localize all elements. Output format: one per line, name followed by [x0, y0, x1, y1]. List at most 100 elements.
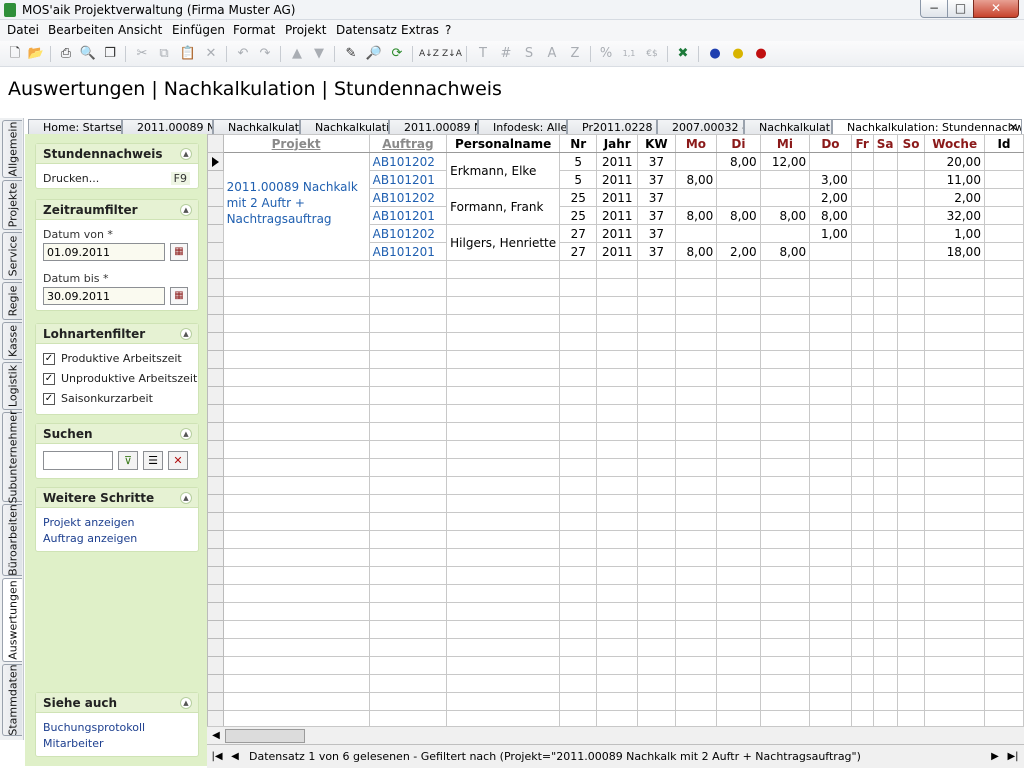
group-header[interactable]: Stundennachweis ▲ [36, 144, 198, 164]
empty-cell[interactable] [637, 386, 676, 405]
empty-cell[interactable] [759, 260, 811, 279]
cell-di[interactable] [716, 188, 761, 207]
empty-cell[interactable] [368, 656, 448, 675]
empty-cell[interactable] [559, 368, 598, 387]
empty-cell[interactable] [674, 404, 718, 423]
cell-jahr[interactable]: 2011 [596, 188, 639, 207]
cell-auftrag[interactable]: AB101202 [368, 224, 448, 243]
empty-cell[interactable] [924, 350, 985, 369]
empty-row[interactable] [207, 530, 1024, 549]
copy-icon[interactable]: ⧉ [155, 45, 173, 63]
empty-cell[interactable] [637, 458, 676, 477]
minimize-button[interactable]: − [920, 0, 948, 18]
empty-cell[interactable] [924, 440, 985, 459]
empty-cell[interactable] [850, 422, 874, 441]
empty-row[interactable] [207, 368, 1024, 387]
link-projekt-anzeigen[interactable]: Projekt anzeigen [43, 516, 135, 529]
column-header-kw[interactable]: KW [637, 134, 676, 153]
empty-cell[interactable] [716, 530, 761, 549]
empty-cell[interactable] [896, 368, 926, 387]
empty-cell[interactable] [809, 278, 852, 297]
empty-cell[interactable] [716, 674, 761, 693]
empty-cell[interactable] [559, 548, 598, 567]
empty-cell[interactable] [559, 494, 598, 513]
empty-cell[interactable] [924, 530, 985, 549]
cell-do[interactable]: 8,00 [809, 206, 852, 225]
checkbox-unproduktive[interactable]: ✓ [43, 373, 55, 385]
empty-cell[interactable] [850, 548, 874, 567]
cell-woche[interactable]: 2,00 [924, 188, 985, 207]
empty-cell[interactable] [850, 404, 874, 423]
empty-cell[interactable] [222, 566, 370, 585]
empty-cell[interactable] [983, 386, 1024, 405]
empty-cell[interactable] [759, 692, 811, 711]
empty-cell[interactable] [983, 440, 1024, 459]
empty-cell[interactable] [809, 548, 852, 567]
empty-cell[interactable] [850, 494, 874, 513]
empty-cell[interactable] [559, 278, 598, 297]
empty-cell[interactable] [872, 368, 898, 387]
move-down-icon[interactable]: ▼ [310, 45, 328, 63]
row-selector[interactable] [207, 476, 224, 495]
filter-list-icon[interactable]: ☰ [143, 451, 163, 470]
first-record-button[interactable]: |◀ [209, 749, 225, 765]
empty-cell[interactable] [674, 620, 718, 639]
empty-cell[interactable] [446, 530, 561, 549]
empty-cell[interactable] [596, 638, 639, 657]
empty-cell[interactable] [896, 278, 926, 297]
empty-cell[interactable] [850, 314, 874, 333]
empty-cell[interactable] [924, 260, 985, 279]
empty-cell[interactable] [983, 314, 1024, 333]
empty-cell[interactable] [637, 404, 676, 423]
empty-cell[interactable] [896, 674, 926, 693]
empty-cell[interactable] [896, 530, 926, 549]
link-auftrag-anzeigen[interactable]: Auftrag anzeigen [43, 532, 137, 545]
empty-cell[interactable] [872, 458, 898, 477]
empty-cell[interactable] [674, 566, 718, 585]
empty-cell[interactable] [222, 368, 370, 387]
row-selector[interactable] [207, 710, 224, 726]
delete-icon[interactable]: ✕ [202, 45, 220, 63]
empty-cell[interactable] [759, 314, 811, 333]
empty-cell[interactable] [637, 566, 676, 585]
empty-cell[interactable] [446, 512, 561, 531]
menu-help[interactable]: ? [445, 23, 451, 37]
empty-cell[interactable] [222, 332, 370, 351]
group-header[interactable]: Weitere Schritte ▲ [36, 488, 198, 508]
empty-cell[interactable] [446, 584, 561, 603]
empty-cell[interactable] [716, 494, 761, 513]
column-header-so[interactable]: So [896, 134, 926, 153]
cell-fr[interactable] [850, 242, 874, 261]
cell-sa[interactable] [872, 188, 898, 207]
row-selector[interactable] [207, 620, 224, 639]
empty-row[interactable] [207, 458, 1024, 477]
empty-cell[interactable] [559, 440, 598, 459]
cell-auftrag[interactable]: AB101201 [368, 242, 448, 261]
apply-filter-icon[interactable]: ⊽ [118, 451, 138, 470]
empty-cell[interactable] [896, 512, 926, 531]
cell-sa[interactable] [872, 242, 898, 261]
empty-cell[interactable] [983, 476, 1024, 495]
decimals-icon[interactable]: 1,1 [620, 45, 638, 63]
empty-cell[interactable] [596, 386, 639, 405]
empty-cell[interactable] [896, 350, 926, 369]
empty-row[interactable] [207, 674, 1024, 693]
empty-cell[interactable] [872, 602, 898, 621]
empty-cell[interactable] [809, 314, 852, 333]
cell-auftrag[interactable]: AB101202 [368, 188, 448, 207]
column-header-personalname[interactable]: Personalname [446, 134, 561, 153]
empty-cell[interactable] [674, 584, 718, 603]
empty-cell[interactable] [983, 350, 1024, 369]
empty-cell[interactable] [896, 314, 926, 333]
row-selector[interactable] [207, 458, 224, 477]
redo-icon[interactable]: ↷ [256, 45, 274, 63]
empty-cell[interactable] [368, 710, 448, 726]
cell-so[interactable] [896, 188, 926, 207]
cell-di[interactable]: 8,00 [716, 206, 761, 225]
empty-row[interactable] [207, 584, 1024, 603]
search-input[interactable] [43, 451, 113, 470]
empty-row[interactable] [207, 620, 1024, 639]
empty-cell[interactable] [368, 332, 448, 351]
empty-cell[interactable] [716, 368, 761, 387]
empty-cell[interactable] [983, 404, 1024, 423]
